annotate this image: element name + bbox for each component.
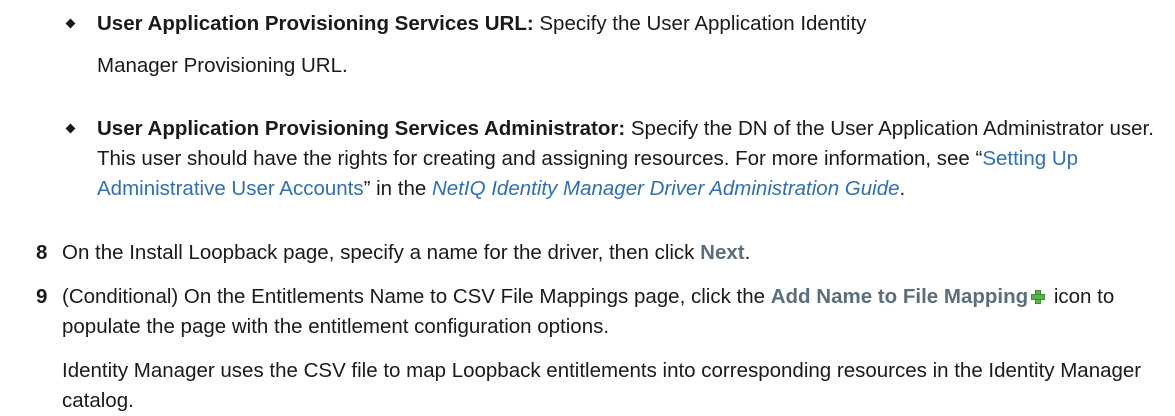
- step-number: 9: [36, 285, 48, 308]
- bullet-text: Specify the User Application Identity: [533, 12, 867, 35]
- bullet-provisioning-url: User Application Provisioning Services U…: [65, 3, 1157, 87]
- add-icon: [1031, 290, 1046, 304]
- add-mapping-label: Add Name to File Mapping: [770, 285, 1029, 308]
- bullet-text-mid: ” in the: [363, 177, 432, 200]
- diamond-bullet-icon: [65, 18, 76, 29]
- link-driver-admin-guide[interactable]: NetIQ Identity Manager Driver Administra…: [432, 177, 900, 200]
- step-text-end: .: [744, 241, 751, 264]
- step-9: 9 (Conditional) On the Entitlements Name…: [36, 282, 1166, 342]
- bullet-provisioning-admin: User Application Provisioning Services A…: [65, 114, 1157, 204]
- step-text: On the Install Loopback page, specify a …: [62, 241, 701, 264]
- diamond-bullet-icon: [65, 123, 76, 134]
- next-button-label: Next: [700, 241, 745, 264]
- step-number: 8: [36, 241, 48, 264]
- bullet-text-end: .: [899, 177, 906, 200]
- bullet-text-line2: Manager Provisioning URL.: [97, 54, 348, 77]
- explanation-paragraph: Identity Manager uses the CSV file to ma…: [62, 359, 1142, 412]
- term-provisioning-admin: User Application Provisioning Services A…: [97, 117, 626, 140]
- term-provisioning-url: User Application Provisioning Services U…: [97, 12, 534, 35]
- step-text: (Conditional) On the Entitlements Name t…: [62, 285, 771, 308]
- step-8: 8 On the Install Loopback page, specify …: [36, 238, 1166, 268]
